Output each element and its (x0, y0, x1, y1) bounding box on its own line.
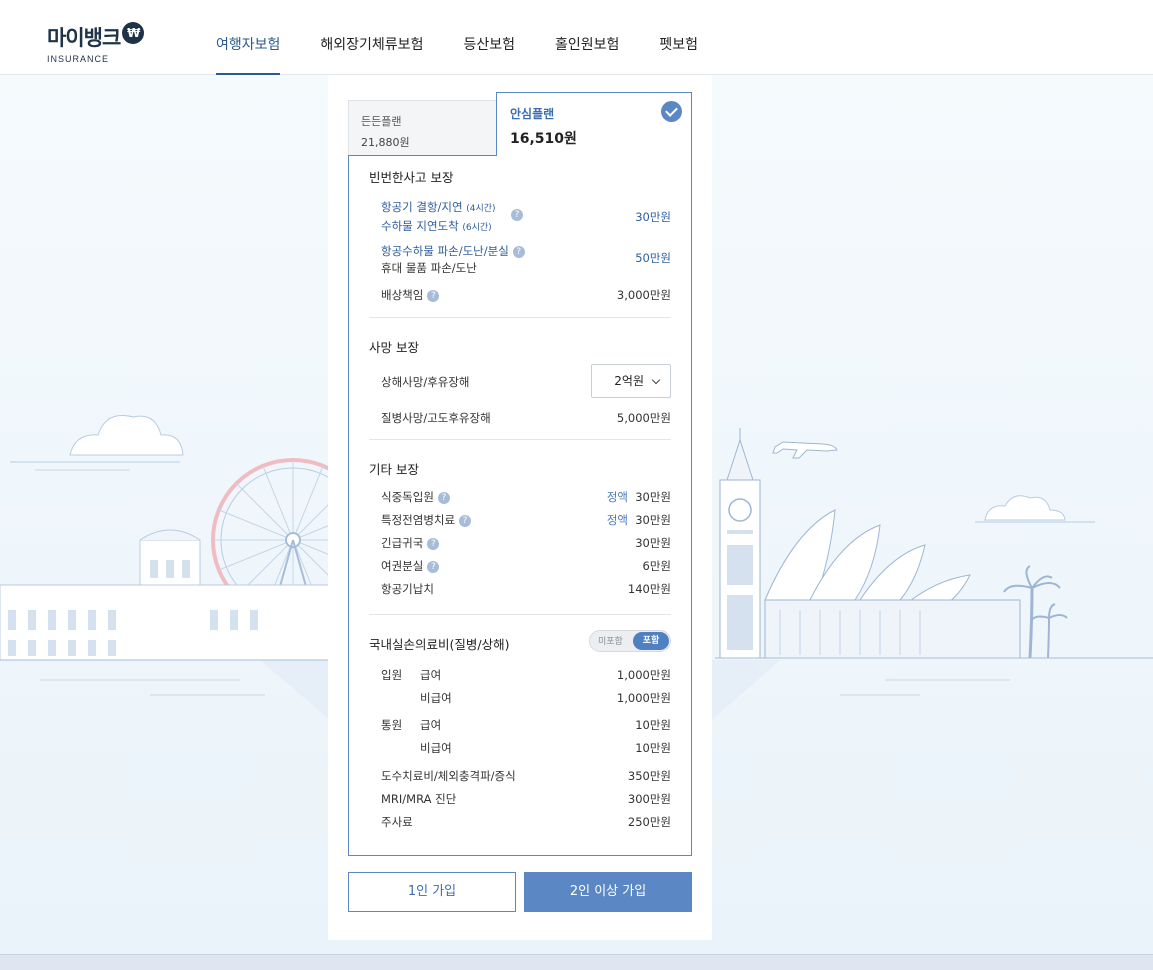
logo-subtitle: INSURANCE (47, 54, 110, 64)
coverage-label: 긴급귀국 (381, 536, 424, 550)
section-death: 사망 보장 상해사망/후유장해 2억원 질병사망/고도후유장해 5,000만원 (369, 318, 671, 440)
section-other: 기타 보장 식중독입원? 정액 30만원 특정전염병치료? 정액 30만원 긴급… (369, 440, 671, 615)
help-icon[interactable]: ? (511, 209, 523, 221)
coverage-amount: 10만원 (635, 718, 671, 732)
coverage-label: 식중독입원 (381, 490, 434, 504)
coverage-amount: 6만원 (642, 559, 671, 573)
coverage-row-food-poisoning: 식중독입원? 정액 30만원 (369, 489, 671, 512)
coverage-row-baggage: 항공수하물 파손/도난/분실? 휴대 물품 파손/도난 50만원 (369, 243, 671, 279)
coverage-label: 급여 (420, 668, 442, 682)
coverage-group-label: 통원 (381, 718, 403, 732)
coverage-row-outpatient-covered: 통원 급여 10만원 (369, 717, 671, 740)
coverage-row-manual-therapy: 도수치료비/체외충격파/증식 350만원 (369, 768, 671, 791)
include-toggle[interactable]: 미포함 포함 (589, 630, 671, 652)
coverage-row-flight-delay: 항공기 결항/지연 (4시간)? 수하물 지연도착 (6시간) 30만원 (369, 199, 671, 235)
coverage-amount: 350만원 (627, 769, 671, 783)
coverage-amount: 140만원 (627, 582, 671, 596)
coverage-label: 수하물 지연도착 (381, 219, 459, 233)
coverage-row-inpatient-covered: 입원 급여 1,000만원 (369, 667, 671, 690)
coverage-label: 비급여 (420, 741, 452, 755)
coverage-amount: 30만원 (635, 210, 671, 224)
fixed-amount-tag: 정액 (606, 490, 628, 504)
help-icon[interactable]: ? (459, 515, 472, 527)
help-icon[interactable]: ? (512, 246, 525, 258)
coverage-label: 여권분실 (381, 559, 424, 573)
coverage-label: 질병사망/고도후유장해 (381, 411, 491, 425)
toggle-exclude-label[interactable]: 미포함 (598, 634, 623, 647)
coverage-label: 휴대 물품 파손/도난 (381, 261, 477, 275)
plan-price: 21,880원 (361, 136, 410, 149)
coverage-amount: 50만원 (635, 251, 671, 265)
coverage-label: 비급여 (420, 691, 452, 705)
coverage-row-accident-death: 상해사망/후유장해 2억원 (369, 364, 671, 400)
coverage-label: 주사료 (381, 815, 413, 829)
coverage-detail-box: 빈번한사고 보장 항공기 결항/지연 (4시간)? 수하물 지연도착 (6시간)… (348, 155, 692, 856)
coverage-group-label: 입원 (381, 668, 403, 682)
coverage-note: (4시간) (466, 204, 496, 214)
plan-name: 안심플랜 (510, 107, 555, 121)
bottom-taskbar-edge (0, 954, 1153, 970)
section-frequent-accidents: 빈번한사고 보장 항공기 결항/지연 (4시간)? 수하물 지연도착 (6시간)… (369, 156, 671, 318)
nav-hiking-insurance[interactable]: 등산보험 (463, 0, 515, 75)
coverage-label: 배상책임 (381, 288, 424, 302)
help-icon[interactable]: ? (427, 290, 440, 302)
coverage-amount-select[interactable]: 2억원 (591, 364, 671, 398)
help-icon[interactable]: ? (437, 492, 450, 504)
coverage-row-emergency-return: 긴급귀국? 30만원 (369, 535, 671, 558)
nav-long-stay-insurance[interactable]: 해외장기체류보험 (320, 0, 423, 75)
section-title: 빈번한사고 보장 (369, 170, 454, 185)
coverage-amount: 10만원 (635, 741, 671, 755)
coverage-amount: 30만원 (635, 490, 671, 504)
logo-text: 마이뱅크 (47, 26, 121, 50)
coverage-amount: 1,000만원 (616, 691, 671, 705)
plan-tab-safe[interactable]: 안심플랜 16,510원 (496, 92, 692, 156)
coverage-row-liability: 배상책임? 3,000만원 (369, 287, 671, 307)
coverage-label: 항공수하물 파손/도난/분실 (381, 244, 509, 258)
coverage-label: 항공기 결항/지연 (381, 200, 463, 214)
section-title: 기타 보장 (369, 462, 419, 477)
help-icon[interactable]: ? (427, 538, 440, 550)
logo[interactable]: 마이뱅크 ₩ INSURANCE (47, 22, 145, 64)
coverage-amount: 3,000만원 (616, 288, 671, 302)
coverage-label: 항공기납치 (381, 582, 434, 596)
plan-price: 16,510원 (510, 131, 577, 147)
coverage-label: 상해사망/후유장해 (381, 375, 470, 389)
coverage-label: 도수치료비/체외충격파/증식 (381, 769, 516, 783)
coverage-label: 급여 (420, 718, 442, 732)
coverage-row-outpatient-noncovered: 비급여 10만원 (369, 740, 671, 768)
coverage-row-mri: MRI/MRA 진단 300만원 (369, 791, 671, 814)
coverage-amount: 300만원 (627, 792, 671, 806)
coverage-amount: 250만원 (627, 815, 671, 829)
coverage-label: MRI/MRA 진단 (381, 792, 457, 806)
single-join-button[interactable]: 1인 가입 (348, 872, 516, 912)
coverage-row-injection: 주사료 250만원 (369, 814, 671, 837)
coverage-label: 특정전염병치료 (381, 513, 456, 527)
nav-pet-insurance[interactable]: 펫보험 (659, 0, 698, 75)
section-domestic-medical: 국내실손의료비(질병/상해) 미포함 포함 입원 급여 1,000만원 비급여 … (369, 615, 671, 837)
section-title: 사망 보장 (369, 340, 419, 355)
check-circle-icon (661, 101, 682, 122)
main-nav: 여행자보험 해외장기체류보험 등산보험 홀인원보험 펫보험 (216, 0, 738, 75)
plan-tab-basic[interactable]: 든든플랜 21,880원 (348, 100, 498, 156)
coverage-row-disease-death: 질병사망/고도후유장해 5,000만원 (369, 410, 671, 430)
plan-detail-panel: 든든플랜 21,880원 안심플랜 16,510원 빈번한사고 보장 항공기 결… (328, 75, 712, 940)
header: 마이뱅크 ₩ INSURANCE 여행자보험 해외장기체류보험 등산보험 홀인원보… (0, 0, 1153, 75)
nav-hole-in-one-insurance[interactable]: 홀인원보험 (555, 0, 619, 75)
group-join-button[interactable]: 2인 이상 가입 (524, 872, 692, 912)
coverage-row-inpatient-noncovered: 비급여 1,000만원 (369, 690, 671, 717)
won-coin-icon: ₩ (122, 22, 145, 44)
toggle-include-label[interactable]: 포함 (633, 632, 669, 650)
coverage-amount: 1,000만원 (616, 668, 671, 682)
coverage-row-infectious-disease: 특정전염병치료? 정액 30만원 (369, 512, 671, 535)
coverage-row-hijacking: 항공기납치 140만원 (369, 581, 671, 604)
fixed-amount-tag: 정액 (606, 513, 628, 527)
plan-name: 든든플랜 (361, 115, 402, 128)
coverage-note: (6시간) (462, 223, 492, 233)
coverage-amount: 30만원 (635, 536, 671, 550)
nav-travel-insurance[interactable]: 여행자보험 (216, 0, 281, 75)
coverage-row-passport-loss: 여권분실? 6만원 (369, 558, 671, 581)
coverage-amount: 5,000만원 (616, 411, 671, 425)
help-icon[interactable]: ? (427, 561, 440, 573)
coverage-amount: 30만원 (635, 513, 671, 527)
